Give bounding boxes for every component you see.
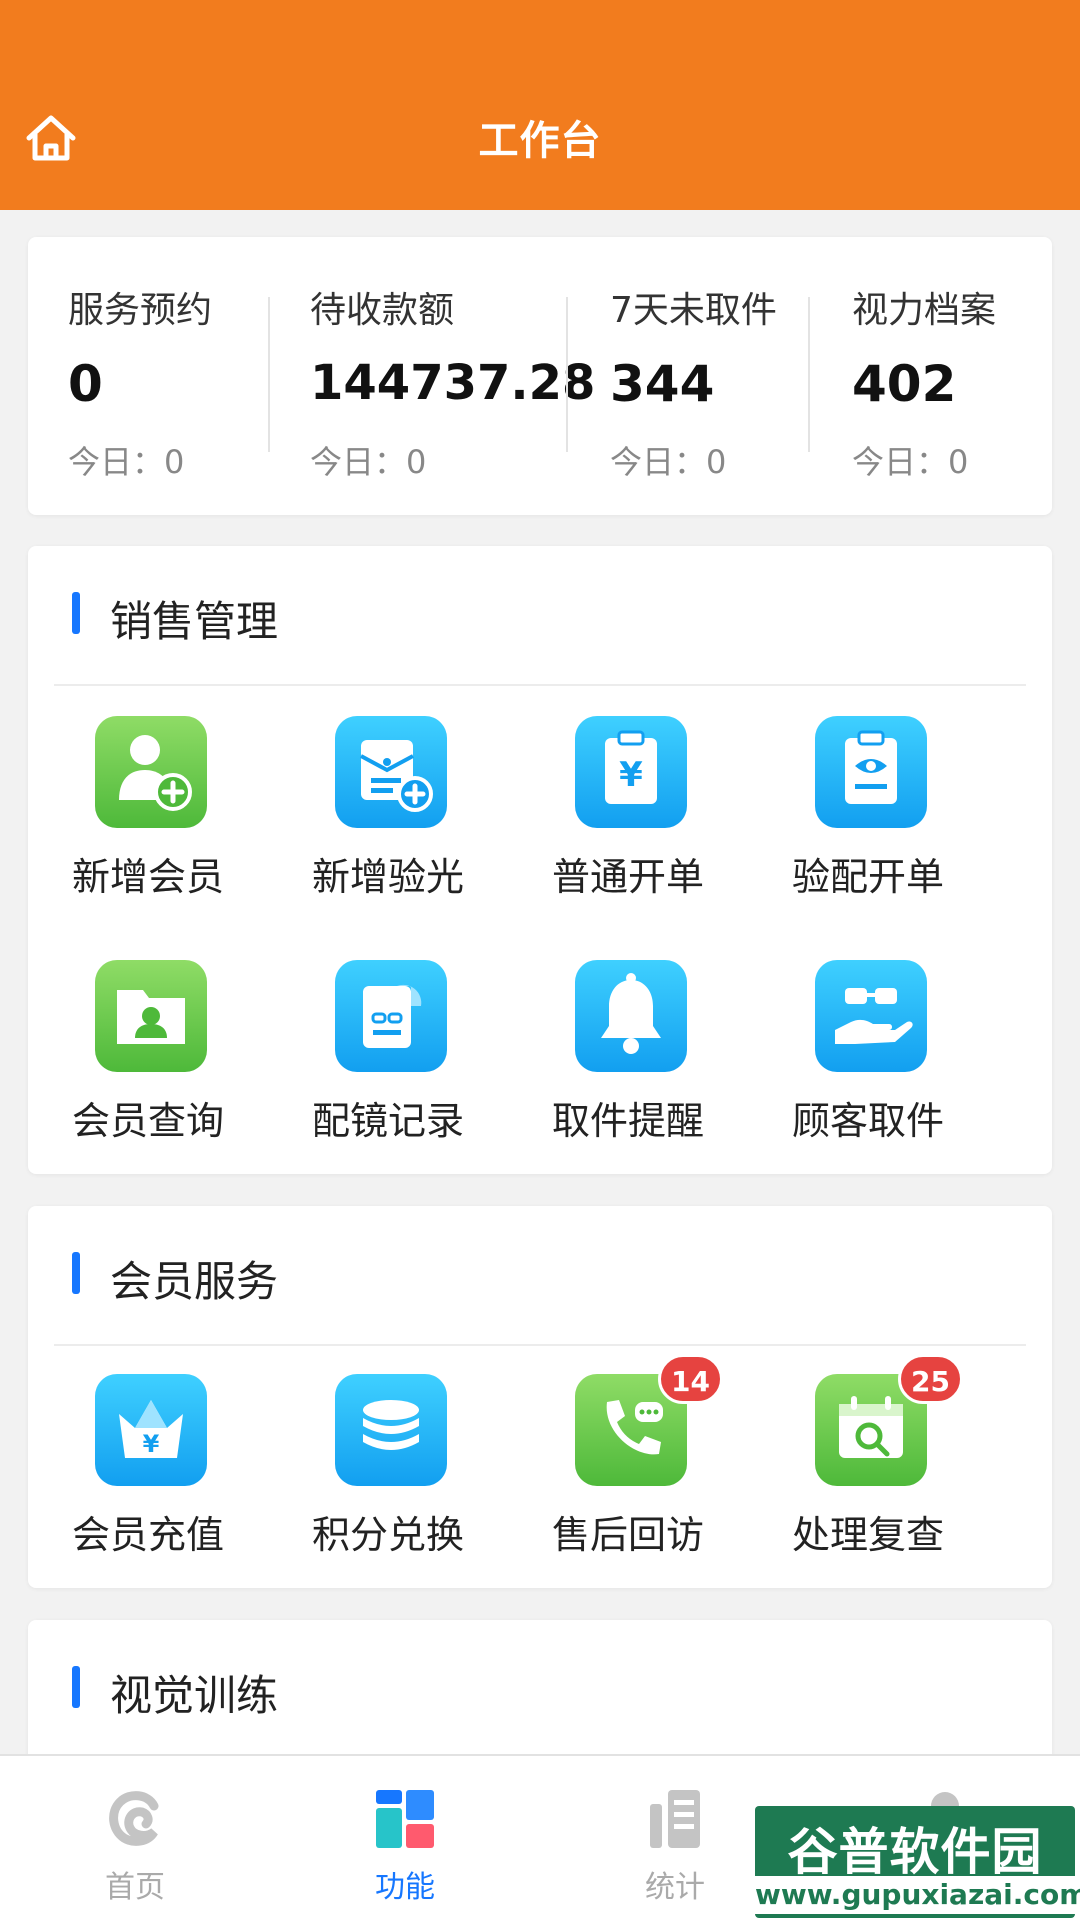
notification-badge: 25 bbox=[898, 1354, 963, 1404]
normal-order-button[interactable]: ¥ 普通开单 bbox=[508, 716, 748, 916]
item-label: 配镜记录 bbox=[311, 1099, 464, 1143]
handle-recheck-button[interactable]: 25 处理复查 bbox=[748, 1354, 988, 1574]
glasses-record-button[interactable]: 配镜记录 bbox=[268, 960, 508, 1160]
section-header: 视觉训练 bbox=[28, 1620, 1052, 1760]
item-label: 取件提醒 bbox=[551, 1099, 704, 1143]
item-label: 顾客取件 bbox=[791, 1099, 944, 1143]
stats-tab-icon bbox=[650, 1790, 700, 1848]
glasses-record-icon bbox=[335, 960, 447, 1072]
tab-label: 功能 bbox=[375, 1870, 435, 1905]
tab-label: 首页 bbox=[105, 1870, 165, 1905]
member-services-card: 会员服务 ¥ 会员充值 积分兑换 14 售后回访 25 处理复查 bbox=[28, 1206, 1052, 1588]
customer-pickup-button[interactable]: 顾客取件 bbox=[748, 960, 988, 1160]
divider bbox=[54, 684, 1026, 686]
stat-label: 视力档案 bbox=[852, 290, 997, 331]
yen-order-icon: ¥ bbox=[575, 716, 687, 828]
coins-stack-icon bbox=[335, 1374, 447, 1486]
item-label: 处理复查 bbox=[791, 1513, 944, 1557]
pickup-reminder-button[interactable]: 取件提醒 bbox=[508, 960, 748, 1160]
stat-divider bbox=[566, 297, 568, 452]
tab-function[interactable]: 功能 bbox=[270, 1756, 540, 1920]
section-accent-bar bbox=[72, 1666, 80, 1708]
item-label: 售后回访 bbox=[551, 1513, 704, 1557]
section-accent-bar bbox=[72, 592, 80, 634]
section-title: 会员服务 bbox=[110, 1257, 279, 1306]
stat-label: 7天未取件 bbox=[610, 290, 777, 331]
stat-value: 402 bbox=[852, 355, 957, 413]
member-recharge-button[interactable]: ¥ 会员充值 bbox=[28, 1374, 268, 1574]
stat-value: 0 bbox=[68, 355, 103, 413]
add-optometry-button[interactable]: 新增验光 bbox=[268, 716, 508, 916]
stat-today: 今日：0 bbox=[68, 443, 185, 481]
sales-management-card: 销售管理 新增会员 新增验光 ¥ 普通开单 验配开单 会员查询 配镜记录 取件提… bbox=[28, 546, 1052, 1174]
watermark-url: www.gupuxiazai.com bbox=[755, 1876, 1080, 1914]
function-tab-icon bbox=[376, 1790, 434, 1848]
add-member-icon bbox=[95, 716, 207, 828]
aftersales-followup-button[interactable]: 14 售后回访 bbox=[508, 1354, 748, 1574]
stat-today: 今日：0 bbox=[610, 443, 727, 481]
header-bar: 工作台 bbox=[0, 0, 1080, 210]
stat-label: 待收款额 bbox=[310, 290, 455, 331]
section-header: 会员服务 bbox=[28, 1206, 1052, 1346]
crown-yen-icon: ¥ bbox=[95, 1374, 207, 1486]
member-search-button[interactable]: 会员查询 bbox=[28, 960, 268, 1160]
page-title: 工作台 bbox=[478, 118, 602, 164]
stat-divider bbox=[808, 297, 810, 452]
fitting-order-button[interactable]: 验配开单 bbox=[748, 716, 988, 916]
item-label: 普通开单 bbox=[551, 855, 704, 899]
item-label: 会员查询 bbox=[71, 1099, 224, 1143]
section-accent-bar bbox=[72, 1252, 80, 1294]
section-title: 视觉训练 bbox=[110, 1671, 279, 1720]
add-optometry-icon bbox=[335, 716, 447, 828]
svg-text:¥: ¥ bbox=[619, 755, 643, 795]
eye-order-icon bbox=[815, 716, 927, 828]
bell-icon bbox=[575, 960, 687, 1072]
member-search-icon bbox=[95, 960, 207, 1072]
add-member-button[interactable]: 新增会员 bbox=[28, 716, 268, 916]
stat-divider bbox=[268, 297, 270, 452]
item-label: 新增会员 bbox=[71, 855, 224, 899]
notification-badge: 14 bbox=[658, 1354, 723, 1404]
stat-label: 服务预约 bbox=[68, 290, 213, 331]
stat-today: 今日：0 bbox=[310, 443, 427, 481]
stat-value: 144737.28 bbox=[310, 355, 596, 411]
section-title: 销售管理 bbox=[110, 597, 279, 646]
stat-value: 344 bbox=[610, 355, 715, 413]
item-label: 会员充值 bbox=[71, 1513, 224, 1557]
watermark-logo: 谷普软件园 www.gupuxiazai.com bbox=[755, 1806, 1080, 1918]
item-label: 验配开单 bbox=[791, 855, 944, 899]
stats-card: 服务预约 0 今日：0 待收款额 144737.28 今日：0 7天未取件 34… bbox=[28, 237, 1052, 515]
divider bbox=[54, 1344, 1026, 1346]
watermark-title: 谷普软件园 bbox=[787, 1823, 1043, 1881]
pickup-hand-icon bbox=[815, 960, 927, 1072]
points-exchange-button[interactable]: 积分兑换 bbox=[268, 1374, 508, 1574]
item-label: 新增验光 bbox=[311, 855, 464, 899]
section-header: 销售管理 bbox=[28, 546, 1052, 686]
svg-text:¥: ¥ bbox=[143, 1430, 160, 1458]
item-label: 积分兑换 bbox=[311, 1513, 464, 1557]
home-tab-icon bbox=[109, 1791, 159, 1846]
stat-today: 今日：0 bbox=[852, 443, 969, 481]
tab-home[interactable]: 首页 bbox=[0, 1756, 270, 1920]
